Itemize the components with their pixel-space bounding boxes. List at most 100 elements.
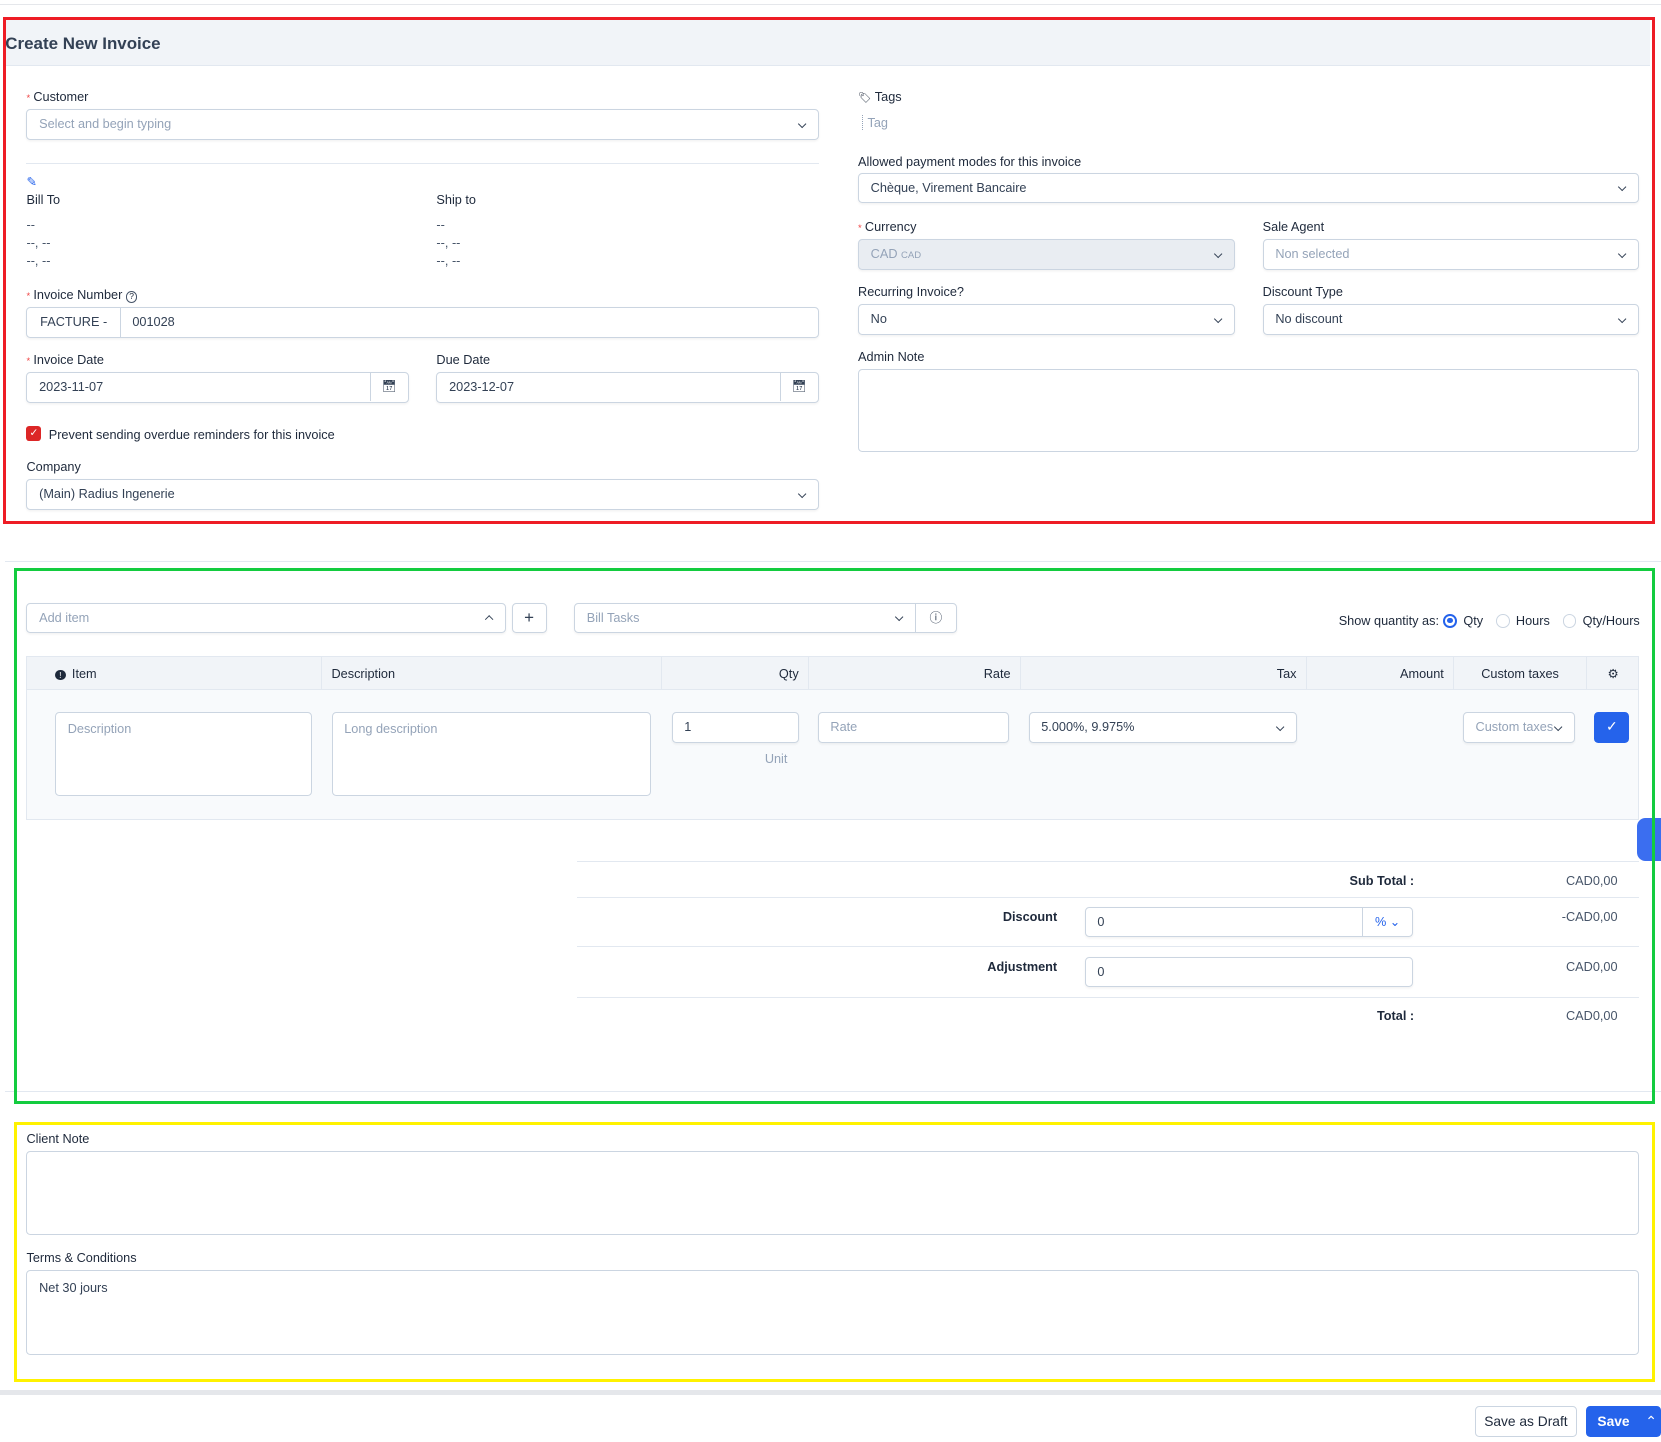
chevron-down-icon <box>896 604 902 633</box>
ship-to-label: Ship to <box>436 191 476 207</box>
chevron-down-icon <box>1555 713 1561 742</box>
bill-to-label: Bill To <box>26 191 61 207</box>
col-custom-taxes: Custom taxes <box>1454 656 1587 691</box>
terms-textarea[interactable]: Net 30 jours <box>26 1270 1639 1355</box>
add-row-check-button[interactable]: ✓ <box>1594 711 1630 743</box>
chevron-down-icon <box>1215 240 1221 269</box>
divider <box>26 163 819 165</box>
side-panel-tab[interactable] <box>1636 817 1661 862</box>
invoice-prefix: FACTURE - <box>27 308 121 337</box>
help-icon[interactable]: ? <box>125 291 138 303</box>
invoice-date-input[interactable]: 2023-11-07 📅︎ <box>26 371 409 403</box>
invoice-date-label: * Invoice Date <box>26 351 104 367</box>
show-quantity-label: Show quantity as: <box>1338 613 1439 629</box>
bill-to-line: --, -- <box>26 235 51 251</box>
subtotal-value: CAD0,00 <box>1566 872 1618 888</box>
item-custom-taxes-select[interactable]: Custom taxes <box>1462 711 1576 743</box>
save-button[interactable]: Save ⌃ <box>1585 1405 1661 1438</box>
radio-label: Qty <box>1463 613 1484 629</box>
radio-qty[interactable] <box>1443 614 1457 628</box>
chevron-down-icon <box>1619 174 1625 203</box>
subtotal-label: Sub Total : <box>1349 872 1415 888</box>
header-band <box>5 20 1651 66</box>
recurring-label: Recurring Invoice? <box>858 283 964 299</box>
tags-input[interactable]: Tag <box>862 115 888 131</box>
prevent-reminders-checkbox[interactable]: ✓ <box>26 425 42 441</box>
item-rate-input[interactable]: Rate <box>817 711 1010 743</box>
invoice-number-field[interactable]: FACTURE - 001028 <box>26 307 819 338</box>
invoice-number-label: * Invoice Number ? <box>26 287 138 303</box>
customer-select[interactable]: Select and begin typing <box>26 109 819 140</box>
edit-address-icon[interactable]: ✎ <box>26 174 37 189</box>
help-icon[interactable]: ⓘ <box>915 603 955 633</box>
bill-to-line: -- <box>26 217 35 233</box>
invoice-form-page: Create New Invoice * Customer Select and … <box>0 0 1661 1442</box>
recurring-select[interactable]: No <box>858 304 1236 335</box>
invoice-number-input[interactable]: 001028 <box>132 308 174 337</box>
client-note-label: Client Note <box>26 1131 90 1147</box>
payment-modes-select[interactable]: Chèque, Virement Bancaire <box>858 172 1639 204</box>
footer-divider <box>0 1389 1661 1396</box>
company-select[interactable]: (Main) Radius Ingenerie <box>26 478 819 510</box>
radio-hours[interactable] <box>1495 614 1510 628</box>
ship-to-line: --, -- <box>436 253 461 269</box>
discount-unit-dropdown[interactable]: % ⌄ <box>1362 907 1412 937</box>
col-qty: Qty <box>662 656 810 691</box>
col-tax: Tax <box>1021 656 1308 691</box>
chevron-up-icon[interactable]: ⌃ <box>1645 1406 1657 1438</box>
gear-icon[interactable]: ⚙ <box>1587 657 1640 691</box>
payment-modes-label: Allowed payment modes for this invoice <box>858 153 1082 169</box>
item-description-textarea[interactable]: Description <box>55 711 313 796</box>
add-item-button[interactable]: + <box>511 602 547 634</box>
chevron-down-icon <box>1619 240 1625 269</box>
col-amount: Amount <box>1307 656 1455 691</box>
total-value: CAD0,00 <box>1566 1008 1618 1024</box>
top-divider <box>0 4 1661 6</box>
calendar-icon[interactable]: 📅︎ <box>779 372 818 402</box>
chevron-down-icon <box>1619 305 1625 334</box>
chevron-down-icon <box>1277 713 1283 742</box>
save-as-draft-button[interactable]: Save as Draft <box>1474 1405 1578 1438</box>
bill-tasks-select[interactable]: Bill Tasks ⓘ <box>574 602 957 634</box>
tag-icon: 🏷︎ <box>858 91 872 104</box>
calendar-icon[interactable]: 📅︎ <box>369 372 408 402</box>
col-description: Description <box>322 656 662 691</box>
sale-agent-label: Sale Agent <box>1262 219 1325 235</box>
section-divider <box>5 561 1661 563</box>
col-item: ! Item <box>27 656 322 691</box>
admin-note-label: Admin Note <box>858 348 925 364</box>
discount-type-select[interactable]: No discount <box>1262 304 1639 335</box>
show-quantity-group: Show quantity as: Qty Hours Qty/Hours <box>1339 613 1640 629</box>
adjustment-value: CAD0,00 <box>1566 958 1618 974</box>
sale-agent-select[interactable]: Non selected <box>1262 239 1639 271</box>
item-unit-input[interactable]: Unit <box>765 751 788 766</box>
customer-label: * Customer <box>26 88 89 104</box>
radio-label: Hours <box>1515 613 1550 629</box>
company-label: Company <box>26 458 81 474</box>
item-tax-select[interactable]: 5.000%, 9.975% <box>1028 711 1297 743</box>
col-rate: Rate <box>809 656 1022 691</box>
tags-label: 🏷︎ Tags <box>858 88 902 104</box>
due-date-input[interactable]: 2023-12-07 📅︎ <box>436 371 819 403</box>
discount-label: Discount <box>1002 908 1058 924</box>
currency-label: * Currency <box>858 219 917 235</box>
adjustment-label: Adjustment <box>987 958 1058 974</box>
items-table-header: ! Item Description Qty Rate Tax Amount Cu… <box>26 655 1640 691</box>
chevron-down-icon <box>799 480 805 509</box>
due-date-label: Due Date <box>436 351 491 367</box>
item-long-description-textarea[interactable]: Long description <box>331 711 652 796</box>
radio-label: Qty/Hours <box>1582 613 1640 629</box>
prevent-reminders-label: Prevent sending overdue reminders for th… <box>48 426 335 442</box>
bill-to-line: --, -- <box>26 253 51 269</box>
currency-select[interactable]: CAD CAD <box>858 239 1236 271</box>
adjustment-input[interactable]: 0 <box>1084 956 1414 988</box>
info-icon: ! <box>55 669 66 681</box>
item-qty-input[interactable]: 1 <box>671 711 799 743</box>
add-item-select[interactable]: Add item <box>26 602 507 634</box>
chevron-down-icon <box>1215 305 1221 334</box>
client-note-textarea[interactable] <box>26 1151 1639 1236</box>
discount-input[interactable]: 0 % ⌄ <box>1084 906 1414 938</box>
page-title: Create New Invoice <box>5 33 161 53</box>
admin-note-textarea[interactable] <box>858 368 1639 453</box>
radio-qty-hours[interactable] <box>1562 614 1577 628</box>
